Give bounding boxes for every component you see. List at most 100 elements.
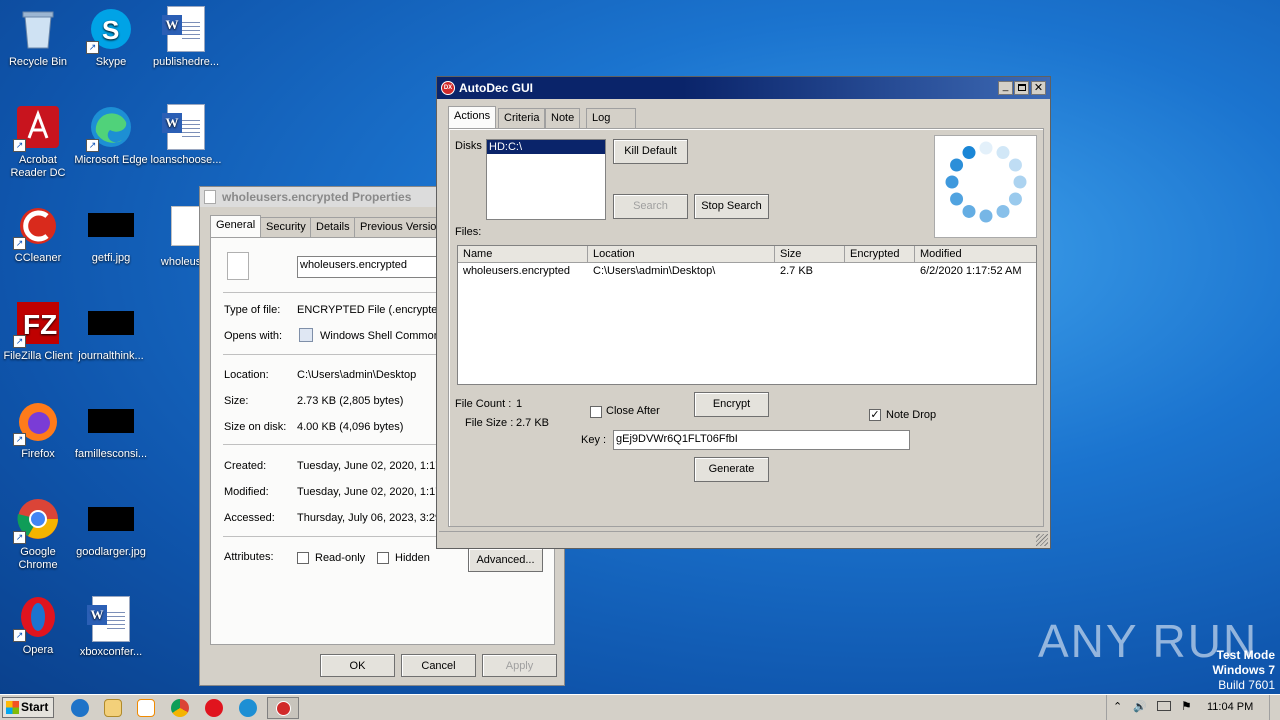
close-icon[interactable]: ✕ xyxy=(1031,81,1046,95)
desktop-icon-skype[interactable]: S ↗ Skype xyxy=(73,6,149,69)
disk-item[interactable]: HD:C:\ xyxy=(487,140,605,154)
opens-label: Opens with: xyxy=(224,330,283,342)
chrome-taskbar-icon[interactable] xyxy=(171,699,189,717)
chrome-icon: ↗ xyxy=(13,496,61,544)
tab-note[interactable]: Note xyxy=(545,108,581,128)
hidden-checkbox[interactable] xyxy=(377,552,389,564)
desktop-icon-recycle-bin[interactable]: Recycle Bin xyxy=(0,6,76,69)
desktop-icon-firefox[interactable]: ↗ Firefox xyxy=(0,398,76,461)
ie-icon[interactable] xyxy=(71,699,89,717)
word-document-icon xyxy=(162,104,209,150)
cell-size: 2.7 KB xyxy=(780,265,814,277)
spinner-dot xyxy=(950,158,964,172)
status-bar xyxy=(439,531,1048,547)
spinner-dot xyxy=(945,175,959,189)
advanced-button[interactable]: Advanced... xyxy=(468,548,543,572)
tray-expand-icon[interactable]: ⌃ xyxy=(1113,700,1122,713)
encrypt-button[interactable]: Encrypt xyxy=(694,392,769,417)
word-document-icon xyxy=(87,596,134,642)
desktop-icon-ccleaner[interactable]: ↗ CCleaner xyxy=(0,202,76,265)
desktop-icon-acrobat[interactable]: ↗ Acrobat Reader DC xyxy=(0,104,76,180)
ok-button[interactable]: OK xyxy=(320,654,395,677)
note-drop-checkbox[interactable]: ✓ xyxy=(869,409,881,421)
svg-text:FZ: FZ xyxy=(23,309,57,340)
flag-icon[interactable]: ⚑ xyxy=(1181,699,1192,713)
tab-log[interactable]: Log xyxy=(586,108,636,128)
maximize-button[interactable] xyxy=(1014,81,1029,95)
edge-taskbar-icon[interactable] xyxy=(239,699,257,717)
table-header: Name Location Size Encrypted Modified xyxy=(458,246,1036,263)
search-button[interactable]: Search xyxy=(613,194,688,219)
recycle-bin-icon xyxy=(15,6,61,52)
clock[interactable]: 11:04 PM xyxy=(1207,701,1253,713)
spinner-dot xyxy=(962,146,976,160)
cancel-button[interactable]: Cancel xyxy=(401,654,476,677)
spinner-icon xyxy=(945,141,1027,223)
tab-security[interactable]: Security xyxy=(260,217,312,237)
spinner-dot xyxy=(996,204,1010,218)
tab-actions[interactable]: Actions xyxy=(448,106,497,128)
test-mode-text: Test Mode Windows 7 Build 7601 xyxy=(1212,648,1275,692)
network-icon[interactable] xyxy=(1157,701,1171,711)
close-after-label: Close After xyxy=(606,405,660,417)
tab-details[interactable]: Details xyxy=(310,217,356,237)
column-header-modified[interactable]: Modified xyxy=(915,246,1036,263)
close-after-checkbox[interactable] xyxy=(590,406,602,418)
generate-button[interactable]: Generate xyxy=(694,457,769,482)
shell-icon xyxy=(299,328,313,342)
file-count-value: 1 xyxy=(516,398,523,410)
tab-criteria[interactable]: Criteria xyxy=(498,108,546,128)
desktop-icon-xboxconfer[interactable]: xboxconfer... xyxy=(73,596,149,659)
desktop-icon-filezilla[interactable]: FZ ↗ FileZilla Client xyxy=(0,300,76,363)
start-button[interactable]: Start xyxy=(2,697,54,718)
apply-button[interactable]: Apply xyxy=(482,654,557,677)
volume-icon[interactable]: 🔊 xyxy=(1133,700,1147,713)
desktop-icon-publishedre[interactable]: publishedre... xyxy=(148,6,224,69)
autodec-tabs: Actions Criteria Note Log xyxy=(448,106,638,128)
edge-icon: ↗ xyxy=(86,104,134,152)
tab-general[interactable]: General xyxy=(210,215,262,237)
desktop-icon-goodlarger[interactable]: goodlarger.jpg xyxy=(73,496,149,559)
desktop-icon-opera[interactable]: ↗ Opera xyxy=(0,594,76,657)
opera-taskbar-icon[interactable] xyxy=(205,699,223,717)
minimize-button[interactable]: _ xyxy=(998,81,1013,95)
spinner-dot xyxy=(979,209,993,223)
image-file-icon xyxy=(88,213,134,237)
kill-default-button[interactable]: Kill Default xyxy=(613,139,688,164)
size-label: Size: xyxy=(224,395,249,407)
desktop-icon-getfi[interactable]: getfi.jpg xyxy=(73,202,149,265)
column-header-size[interactable]: Size xyxy=(775,246,845,263)
column-header-location[interactable]: Location xyxy=(588,246,775,263)
resize-grip[interactable] xyxy=(1036,534,1048,546)
desktop-icon-loanschoose[interactable]: loanschoose... xyxy=(148,104,224,167)
modified-value: Tuesday, June 02, 2020, 1:17 xyxy=(297,486,442,498)
desktop-icon-journalthink[interactable]: journalthink... xyxy=(73,300,149,363)
show-desktop-button[interactable] xyxy=(1269,695,1280,720)
column-header-encrypted[interactable]: Encrypted xyxy=(845,246,915,263)
properties-title: wholeusers.encrypted Properties xyxy=(222,190,412,204)
table-row[interactable]: wholeusers.encrypted C:\Users\admin\Desk… xyxy=(458,264,1036,280)
skype-icon: S ↗ xyxy=(86,6,134,54)
stop-search-button[interactable]: Stop Search xyxy=(694,194,769,219)
autodec-title: AutoDec GUI xyxy=(459,81,534,95)
explorer-icon[interactable] xyxy=(104,699,122,717)
desktop-icon-chrome[interactable]: ↗ Google Chrome xyxy=(0,496,76,572)
column-header-name[interactable]: Name xyxy=(458,246,588,263)
files-table[interactable]: Name Location Size Encrypted Modified wh… xyxy=(457,245,1037,385)
cell-location: C:\Users\admin\Desktop\ xyxy=(593,265,716,277)
disks-list[interactable]: HD:C:\ xyxy=(486,139,606,220)
spinner-dot xyxy=(962,204,976,218)
opera-icon: ↗ xyxy=(13,594,61,642)
spinner-dot xyxy=(950,192,964,206)
attributes-label: Attributes: xyxy=(224,551,274,563)
image-file-icon xyxy=(88,507,134,531)
key-input[interactable]: gEj9DVWr6Q1FLT06FfbI xyxy=(613,430,910,450)
autodec-titlebar[interactable]: DX AutoDec GUI xyxy=(437,77,1050,99)
location-value: C:\Users\admin\Desktop xyxy=(297,369,417,381)
created-label: Created: xyxy=(224,460,267,472)
autodec-taskbar-button[interactable] xyxy=(267,697,299,719)
media-player-icon[interactable] xyxy=(137,699,155,717)
desktop-icon-famillesconsi[interactable]: famillesconsi... xyxy=(73,398,149,461)
desktop-icon-edge[interactable]: ↗ Microsoft Edge xyxy=(73,104,149,167)
readonly-checkbox[interactable] xyxy=(297,552,309,564)
